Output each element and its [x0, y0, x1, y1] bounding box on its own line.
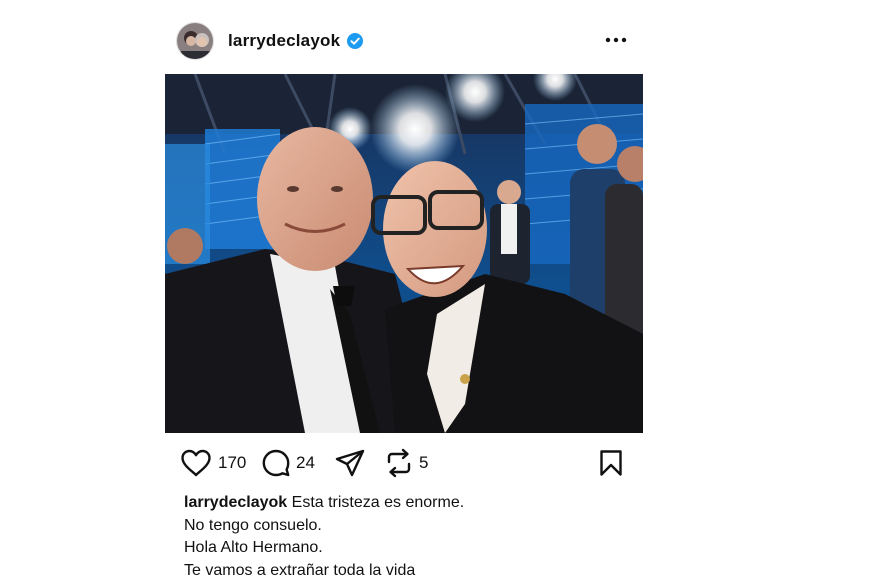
repost-count: 5: [419, 453, 428, 473]
repost-icon[interactable]: [385, 448, 413, 478]
post-caption: larrydeclayok Esta tristeza es enorme. N…: [184, 492, 704, 582]
post-header: larrydeclayok: [176, 22, 632, 62]
more-options-icon[interactable]: [604, 30, 628, 50]
post-actions: 170 24 5: [180, 446, 630, 480]
caption-first-line: larrydeclayok Esta tristeza es enorme.: [184, 492, 704, 515]
heart-icon[interactable]: [180, 449, 212, 477]
post-image[interactable]: [165, 74, 643, 433]
bookmark-icon[interactable]: [599, 449, 623, 477]
post-username[interactable]: larrydeclayok: [228, 31, 340, 51]
caption-line: No tengo consuelo.: [184, 515, 704, 538]
share-action[interactable]: [335, 446, 365, 480]
comment-action[interactable]: 24: [262, 446, 315, 480]
caption-username[interactable]: larrydeclayok: [184, 494, 287, 511]
caption-line: Hola Alto Hermano.: [184, 537, 704, 560]
repost-action[interactable]: 5: [385, 446, 428, 480]
avatar[interactable]: [176, 22, 214, 60]
comment-count: 24: [296, 453, 315, 473]
like-action[interactable]: 170: [180, 446, 246, 480]
bookmark-action[interactable]: [599, 446, 623, 480]
like-count: 170: [218, 453, 246, 473]
share-icon[interactable]: [335, 449, 365, 477]
caption-line: Te vamos a extrañar toda la vida: [184, 560, 704, 582]
comment-icon[interactable]: [262, 449, 290, 477]
caption-text: Esta tristeza es enorme.: [292, 494, 465, 511]
verified-badge-icon: [347, 33, 363, 49]
